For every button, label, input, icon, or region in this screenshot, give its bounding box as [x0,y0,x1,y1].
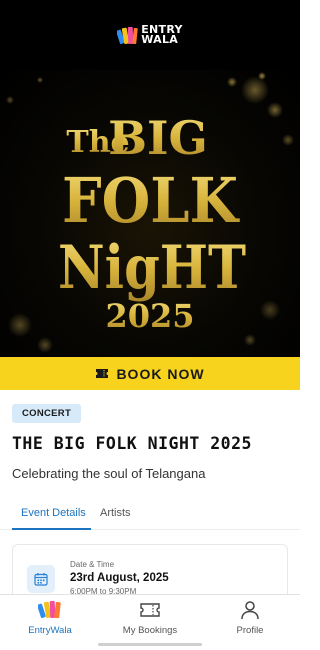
nav-item-my-bookings[interactable]: My Bookings [100,599,200,636]
ticket-icon [140,603,160,617]
book-now-button[interactable]: BOOK NOW [0,357,300,390]
active-tab-indicator [12,528,91,530]
banner-night: NigHT [58,233,246,303]
bottom-nav: EntryWala My Bookings Profile [0,594,300,650]
book-now-label: BOOK NOW [116,365,205,382]
entrywala-logo-icon [117,26,138,45]
tab-event-details[interactable]: Event Details [21,507,86,519]
banner-year: 2025 [105,297,194,335]
app-header: ENTRY WALA [0,0,300,70]
category-badge: CONCERT [12,404,82,423]
user-icon [241,601,259,620]
event-tagline: Celebrating the soul of Telangana [12,466,206,481]
entrywala-logo[interactable]: ENTRY WALA [117,24,183,46]
ticket-icon [96,369,109,378]
nav-label-my-bookings: My Bookings [122,625,178,636]
banner-art: The BIG FOLK NigHT 2025 [6,72,294,353]
nav-item-profile[interactable]: Profile [200,599,300,636]
entrywala-logo-icon [38,600,61,619]
nav-label-entrywala: EntryWala [28,625,72,636]
detail-tabs: Event Details Artists [0,500,300,530]
calendar-icon-box [27,565,55,593]
banner-big: BIG [108,111,208,165]
event-banner: The BIG FOLK NigHT 2025 [0,70,300,357]
home-indicator [98,643,202,646]
event-date: 23rd August, 2025 [70,572,169,584]
calendar-icon [34,573,48,586]
nav-label-profile: Profile [236,625,264,636]
logo-line-wala: WALA [141,33,179,46]
date-time-label: Date & Time [70,560,115,569]
nav-item-entrywala[interactable]: EntryWala [0,599,100,636]
tab-artists[interactable]: Artists [100,507,131,519]
event-title: THE BIG FOLK NIGHT 2025 [12,434,252,453]
banner-folk: FOLK [62,164,240,237]
